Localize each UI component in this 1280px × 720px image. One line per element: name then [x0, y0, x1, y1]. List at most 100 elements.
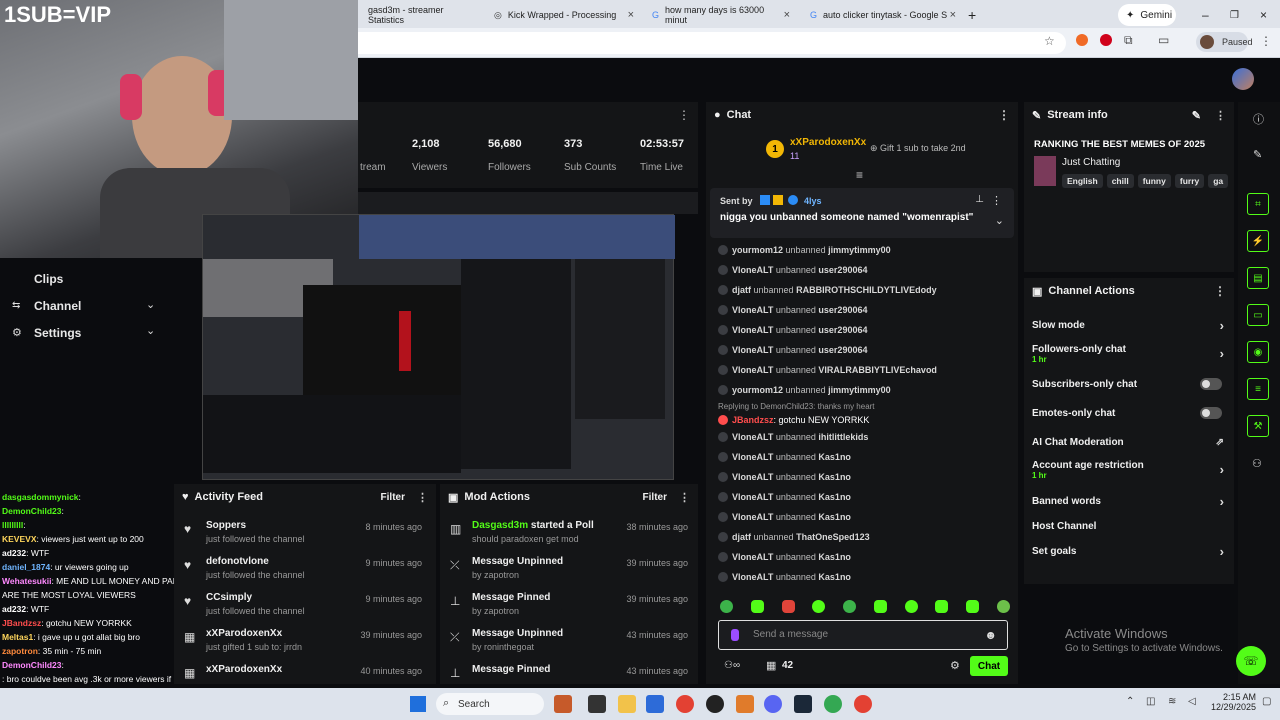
- pencil-icon[interactable]: ✎: [1192, 109, 1201, 122]
- volume-icon[interactable]: ◁: [1188, 696, 1196, 707]
- tab-auto-clicker[interactable]: Gauto clicker tinytask - Google S ×: [802, 4, 960, 26]
- info-icon[interactable]: ⓘ: [1253, 111, 1264, 127]
- emote-icon[interactable]: [781, 600, 795, 613]
- collapse-icon[interactable]: ≡: [856, 168, 863, 182]
- extension-icon[interactable]: [1076, 34, 1088, 46]
- app-icon[interactable]: [554, 695, 572, 713]
- star-icon[interactable]: ☆: [1044, 34, 1055, 48]
- discord-icon[interactable]: [764, 695, 782, 713]
- tab-streamer-stats[interactable]: gasd3m - streamer Statistics: [360, 4, 480, 26]
- sidebar-item-settings[interactable]: Settings: [34, 326, 81, 340]
- close-icon[interactable]: ×: [784, 9, 790, 21]
- menu-icon[interactable]: ⋮: [679, 491, 690, 504]
- slow-mode-row[interactable]: Slow mode ›: [1024, 314, 1234, 336]
- rail-button-broadcast[interactable]: ◉: [1247, 341, 1269, 363]
- host-channel-row[interactable]: Host Channel: [1024, 515, 1234, 537]
- close-icon[interactable]: ×: [950, 9, 956, 21]
- chrome-icon[interactable]: [854, 695, 872, 713]
- users-icon[interactable]: ⚇: [1252, 457, 1262, 470]
- folder-icon[interactable]: [618, 695, 636, 713]
- clock[interactable]: 2:15 AM 12/29/2025: [1208, 692, 1256, 712]
- filter-button[interactable]: Filter: [643, 492, 667, 503]
- chevron-down-icon[interactable]: ⌄: [146, 298, 155, 311]
- banned-words-row[interactable]: Banned words ›: [1024, 490, 1234, 512]
- store-icon[interactable]: [646, 695, 664, 713]
- emote-icon[interactable]: [996, 600, 1010, 613]
- followers-only-row[interactable]: Followers-only chat 1 hr ›: [1024, 340, 1234, 368]
- tag[interactable]: ga: [1208, 174, 1229, 188]
- minimize-button[interactable]: –: [1194, 4, 1217, 26]
- chrome-icon[interactable]: [676, 695, 694, 713]
- url-field[interactable]: [340, 32, 1066, 54]
- taskbar-search[interactable]: ⌕ Search: [436, 693, 544, 715]
- close-icon[interactable]: ×: [628, 9, 634, 21]
- network-icon[interactable]: ◫: [1146, 696, 1155, 707]
- tag[interactable]: chill: [1106, 174, 1134, 188]
- emote-icon[interactable]: [812, 600, 826, 613]
- emote-icon[interactable]: [843, 600, 857, 613]
- filter-button[interactable]: Filter: [381, 492, 405, 503]
- chat-input[interactable]: Send a message ☻: [718, 620, 1008, 650]
- emote-icon[interactable]: [873, 600, 887, 613]
- app-icon[interactable]: [588, 695, 606, 713]
- emote-icon[interactable]: [966, 600, 980, 613]
- rail-button-clip[interactable]: ⌗: [1247, 193, 1269, 215]
- menu-icon[interactable]: ⋮: [1214, 284, 1226, 298]
- emotes-only-toggle[interactable]: [1200, 407, 1222, 419]
- emote-icon[interactable]: [720, 600, 733, 613]
- puzzle-icon[interactable]: ⧉: [1124, 33, 1133, 48]
- top-gifter-name[interactable]: xXParodoxenXx: [790, 137, 866, 148]
- menu-icon[interactable]: ⋮: [417, 491, 428, 504]
- support-chat-button[interactable]: ☏: [1236, 646, 1266, 676]
- sidebar-item-clips[interactable]: Clips: [34, 272, 63, 286]
- chevron-down-icon[interactable]: ⌄: [146, 324, 155, 337]
- chevron-down-icon[interactable]: ⌄: [995, 214, 1004, 227]
- pencil-icon[interactable]: ✎: [1253, 148, 1262, 161]
- tag[interactable]: furry: [1174, 174, 1205, 188]
- emote-icon[interactable]: [935, 600, 949, 613]
- profile-paused-button[interactable]: Paused: [1196, 32, 1253, 52]
- gemini-button[interactable]: ✦ Gemini: [1118, 4, 1176, 26]
- set-goals-row[interactable]: Set goals ›: [1024, 540, 1234, 562]
- tab-days-calc[interactable]: Ghow many days is 63000 minut ×: [644, 4, 794, 26]
- microphone-icon[interactable]: [731, 629, 739, 641]
- extension-icon[interactable]: [1100, 34, 1112, 46]
- rail-button-notes[interactable]: ▤: [1247, 267, 1269, 289]
- sidebar-item-channel[interactable]: Channel: [34, 299, 81, 313]
- tag[interactable]: funny: [1137, 174, 1171, 188]
- close-window-button[interactable]: ×: [1252, 4, 1275, 26]
- menu-icon[interactable]: ⋮: [998, 108, 1010, 122]
- stream-category[interactable]: Just Chatting: [1062, 157, 1120, 168]
- emote-icon[interactable]: [750, 600, 764, 613]
- emote-icon[interactable]: [904, 600, 918, 613]
- menu-icon[interactable]: ⋮: [1215, 109, 1226, 122]
- send-chat-button[interactable]: Chat: [970, 656, 1008, 676]
- steam-icon[interactable]: [794, 695, 812, 713]
- user-avatar[interactable]: [1232, 68, 1254, 90]
- new-tab-button[interactable]: +: [960, 4, 980, 26]
- app-icon[interactable]: [736, 695, 754, 713]
- tab-kick-wrapped[interactable]: ◎ Kick Wrapped - Processing ×: [486, 4, 638, 26]
- chevron-up-icon[interactable]: ⌃: [1126, 696, 1134, 707]
- tag[interactable]: English: [1062, 174, 1103, 188]
- menu-icon[interactable]: ⋮: [678, 108, 690, 122]
- app-icon[interactable]: [824, 695, 842, 713]
- rail-button-bolt[interactable]: ⚡: [1247, 230, 1269, 252]
- gift-prompt[interactable]: ⊕ Gift 1 sub to take 2nd: [870, 143, 966, 154]
- emoji-icon[interactable]: ☻: [984, 628, 997, 642]
- menu-icon[interactable]: ⋮: [991, 194, 1002, 207]
- rail-button-list[interactable]: ≡: [1247, 378, 1269, 400]
- stream-preview[interactable]: [202, 214, 675, 480]
- subscribers-only-toggle[interactable]: [1200, 378, 1222, 390]
- rail-button-wrench[interactable]: ⚒: [1247, 415, 1269, 437]
- obs-icon[interactable]: [706, 695, 724, 713]
- pin-icon[interactable]: ⊥: [975, 194, 984, 205]
- windows-start-icon[interactable]: [410, 696, 426, 712]
- ai-moderation-row[interactable]: AI Chat Moderation ⇗: [1024, 431, 1234, 453]
- rail-button-chat[interactable]: ▭: [1247, 304, 1269, 326]
- restore-button[interactable]: ❐: [1222, 4, 1247, 26]
- notification-icon[interactable]: ▢: [1262, 696, 1271, 707]
- people-icon[interactable]: ⚇∞: [724, 660, 740, 671]
- account-age-row[interactable]: Account age restriction 1 hr ›: [1024, 456, 1234, 484]
- menu-icon[interactable]: ⋮: [1260, 34, 1272, 48]
